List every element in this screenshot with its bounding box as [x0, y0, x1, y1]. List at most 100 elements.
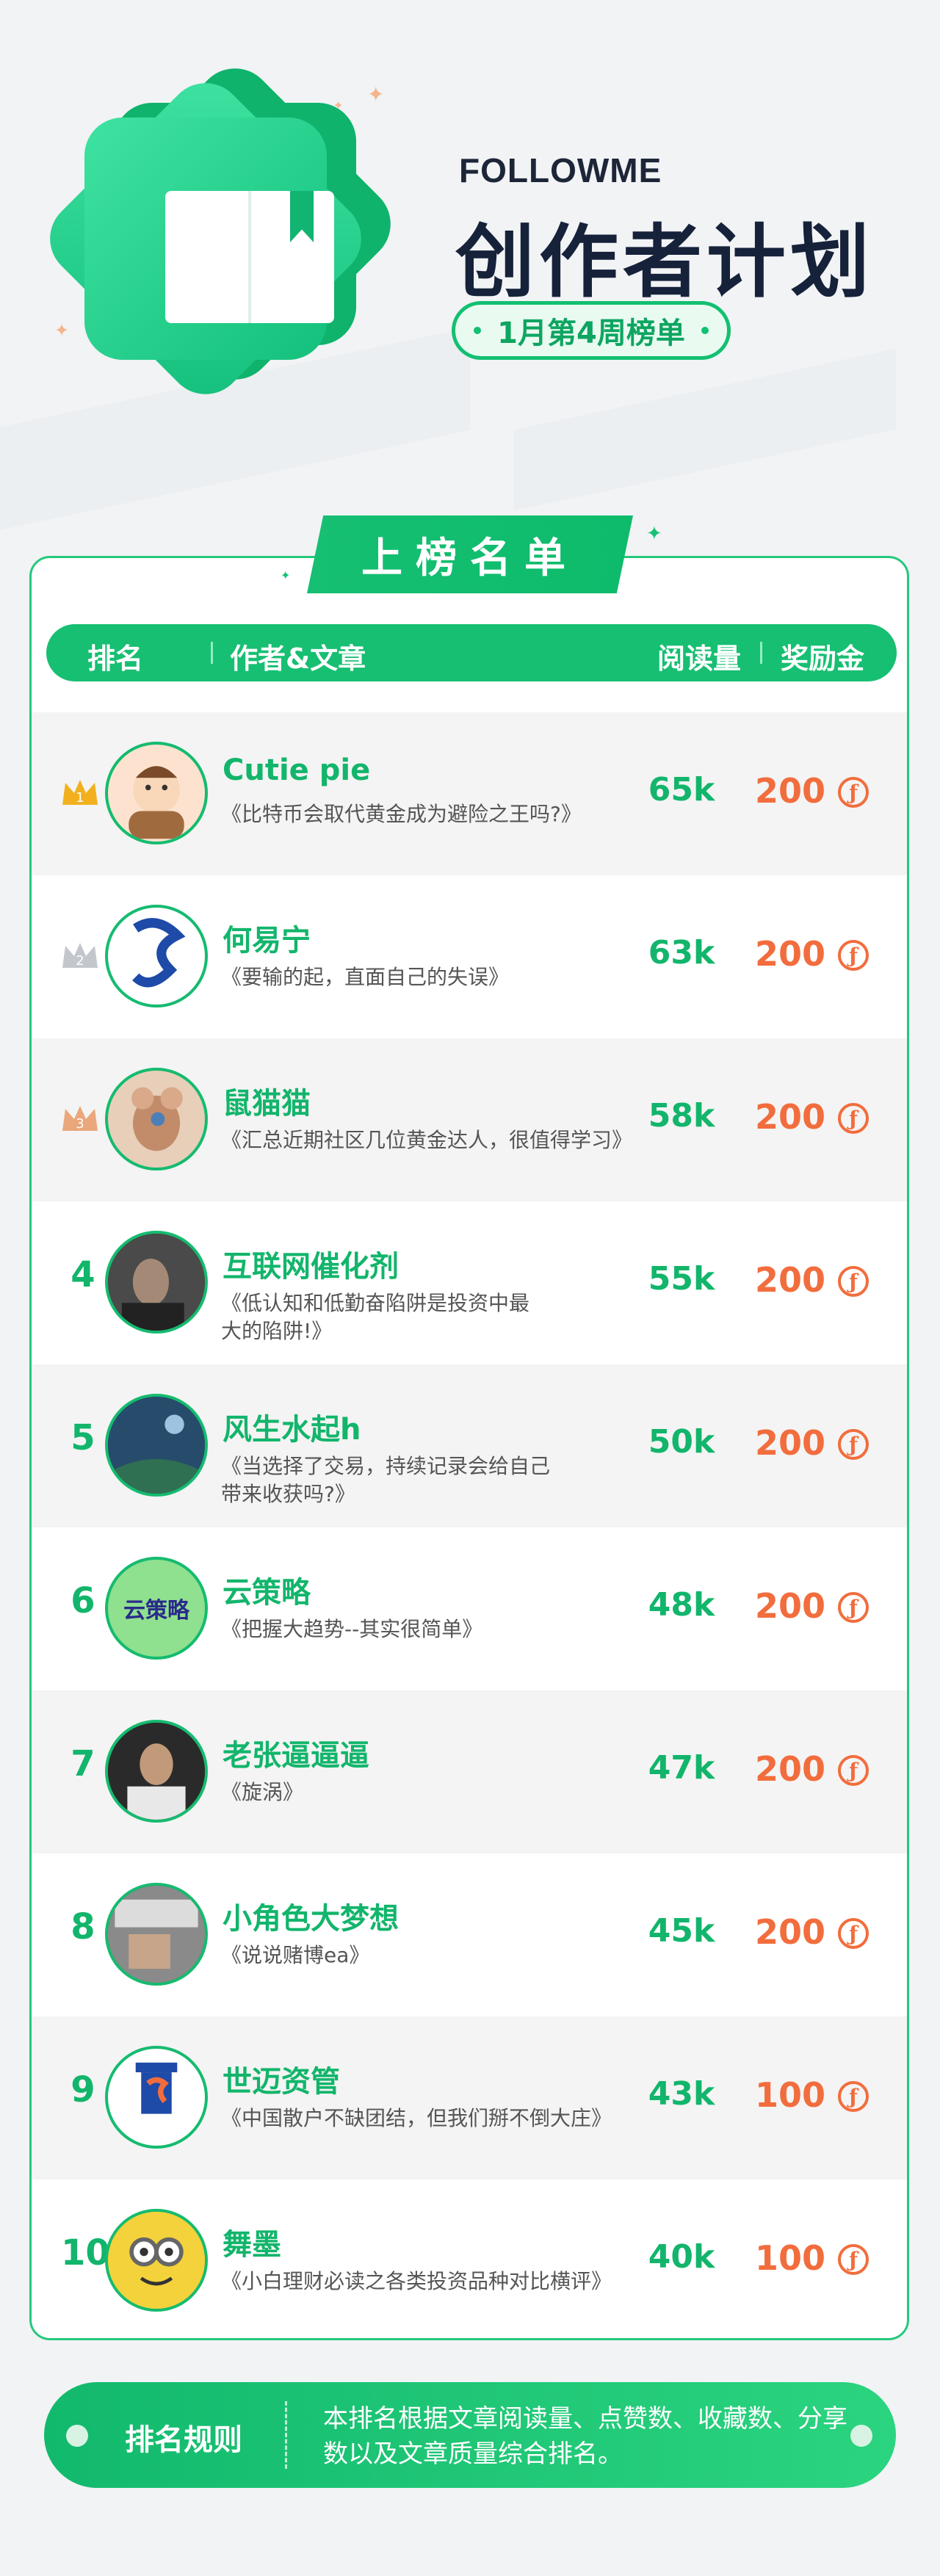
section-title: 上榜名单: [307, 515, 633, 593]
rank-number: 9: [70, 2069, 95, 2110]
read-count: 50k: [648, 1423, 715, 1461]
bonus-amount: 200: [755, 1260, 826, 1300]
rules-title: 排名规则: [125, 2423, 242, 2457]
rank-number: 8: [70, 1906, 95, 1947]
coin-icon: ƒ: [838, 1429, 869, 1460]
avatar: [105, 1720, 208, 1823]
author-name[interactable]: 何易宁: [223, 916, 311, 959]
read-count: 40k: [648, 2238, 715, 2276]
table-row[interactable]: 5 风生水起h 《当选择了交易，持续记录会给自己带来收获吗?》 50k 200 …: [32, 1364, 907, 1527]
avatar: [105, 905, 208, 1007]
article-title[interactable]: 《当选择了交易，持续记录会给自己带来收获吗?》: [221, 1452, 559, 1508]
table-row[interactable]: 7 老张逼逼逼 《旋涡》 47k 200 ƒ: [32, 1690, 907, 1853]
read-count: 55k: [648, 1260, 715, 1298]
rank-number: 7: [70, 1743, 95, 1784]
author-name[interactable]: 互联网催化剂: [223, 1242, 399, 1285]
book-logo: [34, 52, 407, 433]
table-row[interactable]: 3 鼠猫猫 《汇总近期社区几位黄金达人，很值得学习》 58k 200 ƒ: [32, 1038, 907, 1201]
bonus-amount: 200: [755, 771, 826, 811]
ranking-rules: 排名规则 本排名根据文章阅读量、点赞数、收藏数、分享数以及文章质量综合排名。: [44, 2382, 896, 2488]
header: ✦ ✦ ✦ FOLLOWME 创作者计划 1月第4周榜单: [0, 0, 940, 514]
avatar: [105, 1231, 208, 1334]
coin-icon: ƒ: [838, 2244, 869, 2275]
article-title[interactable]: 《低认知和低勤奋陷阱是投资中最大的陷阱!》: [221, 1289, 537, 1345]
avatar: 云策略: [105, 1557, 208, 1660]
author-name[interactable]: 小角色大梦想: [223, 1895, 399, 1937]
silver-crown-icon: 2: [59, 938, 101, 975]
read-count: 58k: [648, 1097, 715, 1135]
bonus-amount: 200: [755, 1586, 826, 1626]
bonus-amount: 200: [755, 1097, 826, 1137]
svg-text:3: 3: [76, 1116, 84, 1132]
coin-icon: ƒ: [838, 1266, 869, 1297]
avatar: [105, 2209, 208, 2312]
bonus-amount: 100: [755, 2075, 826, 2115]
header-rank: 排名: [87, 643, 144, 675]
article-title[interactable]: 《把握大趋势--其实很简单》: [221, 1616, 640, 1643]
coin-icon: ƒ: [838, 1592, 869, 1623]
bonus-amount: 200: [755, 1749, 826, 1789]
svg-text:2: 2: [76, 953, 84, 969]
article-title[interactable]: 《中国散户不缺团结，但我们掰不倒大庄》: [221, 2105, 647, 2132]
table-row[interactable]: 1 Cutie pie 《比特币会取代黄金成为避险之王吗?》 65k 200 ƒ: [32, 712, 907, 875]
avatar: [105, 742, 208, 844]
article-title[interactable]: 《汇总近期社区几位黄金达人，很值得学习》: [221, 1126, 662, 1154]
header-reads: 阅读量: [657, 643, 742, 675]
article-title[interactable]: 《比特币会取代黄金成为避险之王吗?》: [221, 800, 640, 828]
author-name[interactable]: 鼠猫猫: [223, 1079, 311, 1122]
ranking-card: 排名 作者&文章 阅读量 奖励金 1 Cutie pie 《比特币会取代黄金成为…: [29, 556, 909, 2340]
table-header: 排名 作者&文章 阅读量 奖励金: [46, 624, 897, 681]
table-row[interactable]: 2 何易宁 《要输的起，直面自己的失误》 63k 200 ƒ: [32, 875, 907, 1038]
author-name[interactable]: 老张逼逼逼: [223, 1732, 369, 1774]
bonus-amount: 100: [755, 2238, 826, 2278]
author-name[interactable]: 云策略: [223, 1569, 311, 1611]
coin-icon: ƒ: [838, 777, 869, 808]
read-count: 45k: [648, 1912, 715, 1950]
avatar: [105, 1068, 208, 1171]
sparkle-icon: ✦: [281, 568, 291, 582]
table-row[interactable]: 6 云策略 云策略 《把握大趋势--其实很简单》 48k 200 ƒ: [32, 1527, 907, 1690]
bronze-crown-icon: 3: [59, 1101, 101, 1138]
rules-text: 本排名根据文章阅读量、点赞数、收藏数、分享数以及文章质量综合排名。: [323, 2404, 847, 2469]
page-title: 创作者计划: [455, 217, 875, 308]
rank-number: 10: [61, 2232, 110, 2273]
coin-icon: ƒ: [838, 2081, 869, 2112]
coin-icon: ƒ: [838, 940, 869, 971]
week-badge: 1月第4周榜单: [452, 301, 731, 360]
article-title[interactable]: 《要输的起，直面自己的失误》: [221, 963, 640, 991]
avatar: [105, 1883, 208, 1986]
sparkle-icon: ✦: [54, 320, 70, 341]
read-count: 63k: [648, 934, 715, 972]
table-row[interactable]: 8 小角色大梦想 《说说赌博ea》 45k 200 ƒ: [32, 1853, 907, 2016]
coin-icon: ƒ: [838, 1755, 869, 1786]
brand-logo: FOLLOWME: [459, 151, 662, 189]
author-name[interactable]: 风生水起h: [223, 1405, 361, 1448]
avatar: [105, 2046, 208, 2149]
author-name[interactable]: Cutie pie: [223, 753, 370, 787]
read-count: 65k: [648, 771, 715, 808]
coin-icon: ƒ: [838, 1918, 869, 1949]
read-count: 48k: [648, 1586, 715, 1624]
header-author-article: 作者&文章: [230, 643, 366, 675]
sparkle-icon: ✦: [646, 523, 662, 545]
article-title[interactable]: 《小白理财必读之各类投资品种对比横评》: [221, 2268, 662, 2295]
table-row[interactable]: 4 互联网催化剂 《低认知和低勤奋陷阱是投资中最大的陷阱!》 55k 200 ƒ: [32, 1201, 907, 1364]
gold-crown-icon: 1: [59, 775, 101, 812]
coin-icon: ƒ: [838, 1103, 869, 1134]
article-title[interactable]: 《说说赌博ea》: [221, 1942, 640, 1969]
rank-number: 4: [70, 1254, 95, 1295]
table-row[interactable]: 9 世迈资管 《中国散户不缺团结，但我们掰不倒大庄》 43k 100 ƒ: [32, 2016, 907, 2179]
author-name[interactable]: 舞墨: [223, 2221, 281, 2263]
rank-number: 5: [70, 1417, 95, 1458]
article-title[interactable]: 《旋涡》: [221, 1779, 640, 1806]
read-count: 47k: [648, 1749, 715, 1787]
sparkle-icon: ✦: [367, 82, 385, 106]
avatar: [105, 1394, 208, 1497]
svg-text:1: 1: [76, 790, 84, 806]
author-name[interactable]: 世迈资管: [223, 2058, 340, 2100]
rank-number: 6: [70, 1580, 95, 1621]
table-row[interactable]: 10 舞墨 《小白理财必读之各类投资品种对比横评》 40k 100 ƒ: [32, 2179, 907, 2338]
ranking-list: 1 Cutie pie 《比特币会取代黄金成为避险之王吗?》 65k 200 ƒ…: [32, 712, 907, 2338]
header-bonus: 奖励金: [781, 643, 865, 675]
bonus-amount: 200: [755, 934, 826, 974]
